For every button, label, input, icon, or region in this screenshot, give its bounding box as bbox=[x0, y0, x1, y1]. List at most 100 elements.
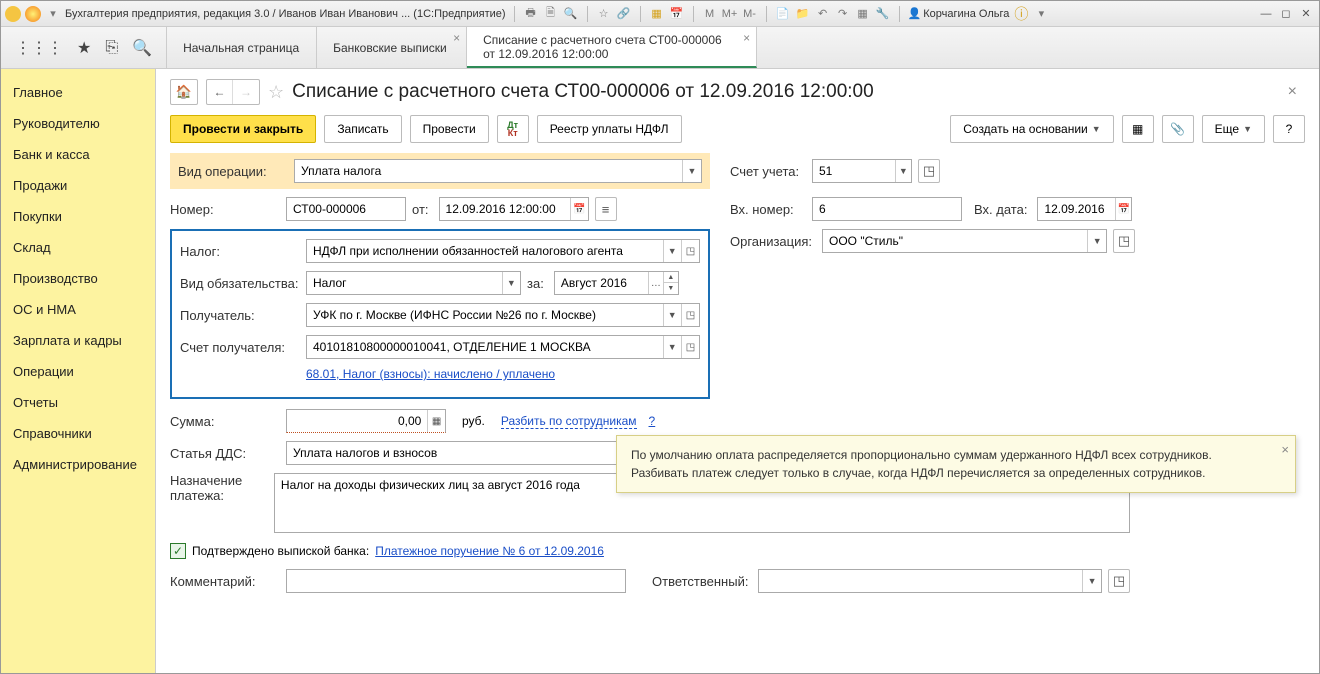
sidebar-item-bank[interactable]: Банк и касса bbox=[1, 139, 155, 170]
number-field[interactable] bbox=[286, 197, 406, 221]
attach-button[interactable]: 📎 bbox=[1162, 115, 1194, 143]
sidebar-item-production[interactable]: Производство bbox=[1, 263, 155, 294]
sidebar-item-reports[interactable]: Отчеты bbox=[1, 387, 155, 418]
open-responsible-button[interactable]: ◳ bbox=[1108, 569, 1130, 593]
folder-icon[interactable]: 📁 bbox=[795, 6, 811, 22]
search-toolbar-icon[interactable]: 🔍 bbox=[132, 38, 152, 58]
search-icon[interactable]: 🔍 bbox=[563, 6, 579, 22]
open-icon[interactable]: ◳ bbox=[681, 336, 699, 358]
dropdown-icon[interactable]: ▼ bbox=[663, 240, 681, 262]
date-extra-button[interactable]: ≡ bbox=[595, 197, 617, 221]
forward-icon[interactable]: ↷ bbox=[835, 6, 851, 22]
close-window-button[interactable]: ✕ bbox=[1297, 6, 1315, 22]
calendar-icon[interactable]: 📅 bbox=[1115, 198, 1131, 220]
back-button[interactable]: ← bbox=[207, 80, 233, 104]
back-icon[interactable]: ↶ bbox=[815, 6, 831, 22]
apps-icon[interactable]: ⋮⋮⋮ bbox=[15, 38, 63, 58]
recipient-select[interactable]: ▼ ◳ bbox=[306, 303, 700, 327]
sidebar-item-admin[interactable]: Администрирование bbox=[1, 449, 155, 480]
dropdown-icon[interactable]: ▼ bbox=[895, 160, 911, 182]
dropdown-icon[interactable]: ▼ bbox=[663, 336, 681, 358]
m-minus-icon[interactable]: M- bbox=[742, 6, 758, 22]
sum-field[interactable]: ▦ bbox=[286, 409, 446, 433]
info-icon[interactable]: ⓘ bbox=[1013, 6, 1029, 22]
rec-account-select[interactable]: ▼ ◳ bbox=[306, 335, 700, 359]
split-help-link[interactable]: ? bbox=[649, 414, 656, 428]
period-field[interactable]: … ▲▼ bbox=[554, 271, 679, 295]
dropdown-icon[interactable]: ▾ bbox=[45, 6, 61, 22]
sidebar-item-manager[interactable]: Руководителю bbox=[1, 108, 155, 139]
account-input[interactable] bbox=[813, 160, 895, 182]
sidebar-item-catalogs[interactable]: Справочники bbox=[1, 418, 155, 449]
tab-home[interactable]: Начальная страница bbox=[167, 27, 317, 68]
calendar-icon[interactable]: 📅 bbox=[570, 198, 588, 220]
dropdown-icon[interactable]: ▼ bbox=[663, 304, 681, 326]
split-by-employees-link[interactable]: Разбить по сотрудникам bbox=[501, 414, 637, 429]
spin-buttons[interactable]: ▲▼ bbox=[663, 272, 678, 294]
report-button[interactable]: ▦ bbox=[1122, 115, 1154, 143]
responsible-select[interactable]: ▼ bbox=[758, 569, 1102, 593]
kbk-link[interactable]: 68.01, Налог (взносы): начислено / уплач… bbox=[306, 367, 555, 381]
op-type-select[interactable]: ▼ bbox=[294, 159, 702, 183]
link-icon[interactable]: 🔗 bbox=[616, 6, 632, 22]
tab-close-icon[interactable]: × bbox=[453, 31, 460, 45]
calc-icon[interactable]: ▦ bbox=[427, 410, 445, 432]
create-based-button[interactable]: Создать на основании ▼ bbox=[950, 115, 1113, 143]
confirmed-checkbox[interactable]: ✓ bbox=[170, 543, 186, 559]
info-dropdown-icon[interactable]: ▾ bbox=[1033, 6, 1049, 22]
tab-close-icon[interactable]: × bbox=[743, 31, 750, 45]
in-date-field[interactable]: 📅 bbox=[1037, 197, 1132, 221]
dtkt-button[interactable]: ДтКт bbox=[497, 115, 529, 143]
star-icon[interactable]: ☆ bbox=[596, 6, 612, 22]
sidebar-item-warehouse[interactable]: Склад bbox=[1, 232, 155, 263]
dropdown-icon[interactable]: ▼ bbox=[682, 160, 701, 182]
open-icon[interactable]: ◳ bbox=[681, 304, 699, 326]
sidebar-item-purchases[interactable]: Покупки bbox=[1, 201, 155, 232]
sidebar-item-assets[interactable]: ОС и НМА bbox=[1, 294, 155, 325]
calc-icon[interactable]: ▦ bbox=[649, 6, 665, 22]
op-type-input[interactable] bbox=[295, 160, 682, 182]
post-button[interactable]: Провести bbox=[410, 115, 489, 143]
favorite-star-icon[interactable]: ☆ bbox=[268, 82, 284, 103]
tab-bank-statements[interactable]: Банковские выписки × bbox=[317, 27, 467, 68]
wrench-icon[interactable]: 🔧 bbox=[875, 6, 891, 22]
in-number-field[interactable] bbox=[812, 197, 962, 221]
doc-icon[interactable]: 📄 bbox=[775, 6, 791, 22]
grid-icon[interactable]: ▦ bbox=[855, 6, 871, 22]
open-icon[interactable]: ◳ bbox=[681, 240, 699, 262]
open-org-button[interactable]: ◳ bbox=[1113, 229, 1135, 253]
save-button[interactable]: Записать bbox=[324, 115, 401, 143]
home-button[interactable]: 🏠 bbox=[170, 79, 198, 105]
sidebar-item-main[interactable]: Главное bbox=[1, 77, 155, 108]
ndfl-registry-button[interactable]: Реестр уплаты НДФЛ bbox=[537, 115, 682, 143]
sidebar-item-payroll[interactable]: Зарплата и кадры bbox=[1, 325, 155, 356]
tooltip-close-icon[interactable]: × bbox=[1281, 440, 1289, 460]
m-plus-icon[interactable]: M+ bbox=[722, 6, 738, 22]
minimize-button[interactable]: — bbox=[1257, 6, 1275, 22]
dropdown-icon[interactable]: ▼ bbox=[502, 272, 520, 294]
maximize-button[interactable]: ◻ bbox=[1277, 6, 1295, 22]
print-icon[interactable]: 🖶 bbox=[523, 6, 539, 22]
account-select[interactable]: ▼ bbox=[812, 159, 912, 183]
more-button[interactable]: Еще ▼ bbox=[1202, 115, 1265, 143]
sidebar-item-sales[interactable]: Продажи bbox=[1, 170, 155, 201]
oblig-select[interactable]: ▼ bbox=[306, 271, 521, 295]
payment-order-link[interactable]: Платежное поручение № 6 от 12.09.2016 bbox=[375, 544, 604, 558]
post-close-button[interactable]: Провести и закрыть bbox=[170, 115, 316, 143]
calendar-icon[interactable]: 📅 bbox=[669, 6, 685, 22]
forward-button[interactable]: → bbox=[233, 80, 259, 104]
dropdown-icon[interactable]: ▼ bbox=[1087, 230, 1106, 252]
m-icon[interactable]: M bbox=[702, 6, 718, 22]
open-account-button[interactable]: ◳ bbox=[918, 159, 940, 183]
org-select[interactable]: ▼ bbox=[822, 229, 1107, 253]
tax-select[interactable]: ▼ ◳ bbox=[306, 239, 700, 263]
history-icon[interactable]: ⎘ bbox=[105, 39, 118, 57]
dropdown-icon[interactable]: ▼ bbox=[1082, 570, 1101, 592]
help-button[interactable]: ? bbox=[1273, 115, 1305, 143]
comment-field[interactable] bbox=[286, 569, 626, 593]
sidebar-item-operations[interactable]: Операции bbox=[1, 356, 155, 387]
ellipsis-icon[interactable]: … bbox=[648, 272, 663, 294]
favorites-icon[interactable]: ★ bbox=[77, 38, 91, 58]
date-field[interactable]: 📅 bbox=[439, 197, 589, 221]
tab-writeoff[interactable]: Списание с расчетного счета СТ00-000006 … bbox=[467, 27, 757, 68]
